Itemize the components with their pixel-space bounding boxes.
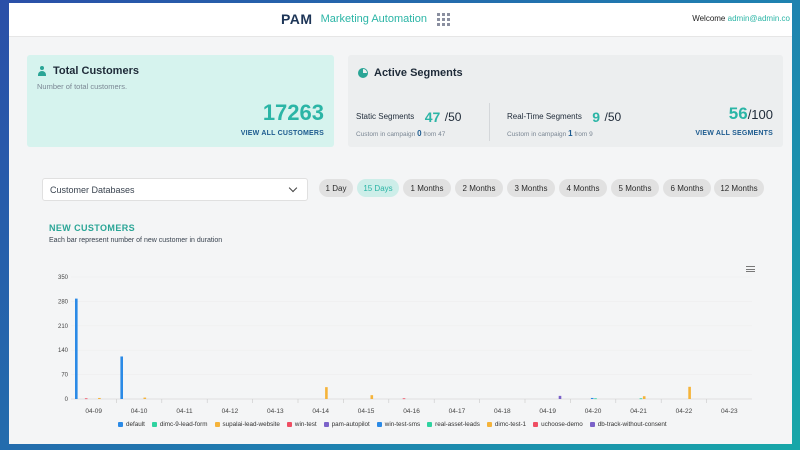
- legend-label: default: [126, 421, 145, 428]
- y-tick-label: 280: [58, 299, 69, 305]
- legend-swatch: [323, 422, 329, 427]
- legend-item[interactable]: supalai-lead-website: [214, 421, 280, 428]
- legend-label: db-track-without-consent: [597, 421, 667, 428]
- legend-item[interactable]: dimc-9-lead-form: [151, 421, 208, 428]
- legend-swatch: [376, 422, 382, 427]
- x-tick-label: 04-09: [85, 408, 102, 415]
- bar-win-test: [402, 398, 406, 400]
- legend-label: win-test: [294, 421, 317, 428]
- legend-label: win-test-sms: [384, 421, 421, 428]
- bar-dimc-test-1: [98, 397, 101, 399]
- bar-real-asset-leads: [639, 398, 643, 400]
- new-customers-bar-chart: 0 70 140 210 280 350 04-09 04-10 04-11 04-12 04-13…: [58, 275, 752, 415]
- x-tick-label: 04-14: [312, 408, 329, 415]
- x-tick-label: 04-18: [494, 408, 511, 415]
- legend-item[interactable]: pam-autopilot: [323, 421, 370, 428]
- legend-label: pam-autopilot: [331, 421, 370, 428]
- legend-swatch: [589, 422, 595, 427]
- bar-win-test: [84, 398, 88, 400]
- x-tick-label: 04-11: [176, 408, 193, 415]
- x-tick-label: 04-17: [449, 408, 466, 415]
- legend-swatch: [486, 422, 492, 427]
- y-tick-label: 0: [65, 397, 69, 403]
- x-tick-label: 04-15: [358, 408, 375, 415]
- legend-swatch: [151, 422, 157, 427]
- legend-swatch: [533, 422, 539, 427]
- legend-label: dimc-test-1: [494, 421, 527, 428]
- legend-item[interactable]: win-test: [286, 421, 317, 428]
- legend-item[interactable]: win-test-sms: [376, 421, 421, 428]
- legend-label: real-asset-leads: [435, 421, 480, 428]
- x-tick-label: 04-22: [676, 408, 693, 415]
- legend-swatch: [427, 422, 433, 427]
- bar-dimc-test-1: [370, 395, 374, 399]
- x-tick-label: 04-21: [630, 408, 647, 415]
- x-tick-label: 04-10: [131, 408, 148, 415]
- x-tick-label: 04-13: [267, 408, 284, 415]
- bar-win-test-sms: [590, 397, 594, 399]
- bar-dimc-test-1: [642, 396, 646, 399]
- app-window: PAM Marketing Automation Welcome admin@a…: [9, 3, 792, 444]
- legend-item[interactable]: db-track-without-consent: [589, 421, 667, 428]
- bar-default: [120, 356, 123, 399]
- x-tick-label: 04-16: [403, 408, 420, 415]
- x-tick-label: 04-12: [222, 408, 239, 415]
- x-tick-label: 04-20: [585, 408, 602, 415]
- bar-dimc-test-1: [688, 386, 691, 399]
- legend-label: uchoose-demo: [541, 421, 583, 428]
- y-tick-label: 350: [58, 275, 69, 281]
- legend-label: supalai-lead-website: [222, 421, 280, 428]
- y-tick-label: 210: [58, 324, 69, 330]
- x-tick-label: 04-23: [721, 408, 738, 415]
- x-tick-label: 04-19: [539, 408, 556, 415]
- legend-swatch: [214, 422, 220, 427]
- legend-label: dimc-9-lead-form: [159, 421, 208, 428]
- y-tick-label: 140: [58, 348, 69, 354]
- legend-item[interactable]: uchoose-demo: [533, 421, 583, 428]
- legend-swatch: [286, 422, 292, 427]
- bar-default: [75, 298, 78, 399]
- legend-item[interactable]: dimc-test-1: [486, 421, 527, 428]
- bar-db-track-without-consent: [558, 395, 562, 399]
- bar-dimc-test-1: [325, 387, 328, 399]
- legend-item[interactable]: default: [118, 421, 145, 428]
- bar-real-asset-leads: [594, 398, 597, 400]
- bar-dimc-test-1: [143, 397, 147, 399]
- chart-legend: default dimc-9-lead-form supalai-lead-webs…: [118, 421, 667, 428]
- legend-swatch: [118, 422, 123, 427]
- legend-item[interactable]: real-asset-leads: [427, 421, 480, 428]
- y-tick-label: 70: [61, 373, 68, 379]
